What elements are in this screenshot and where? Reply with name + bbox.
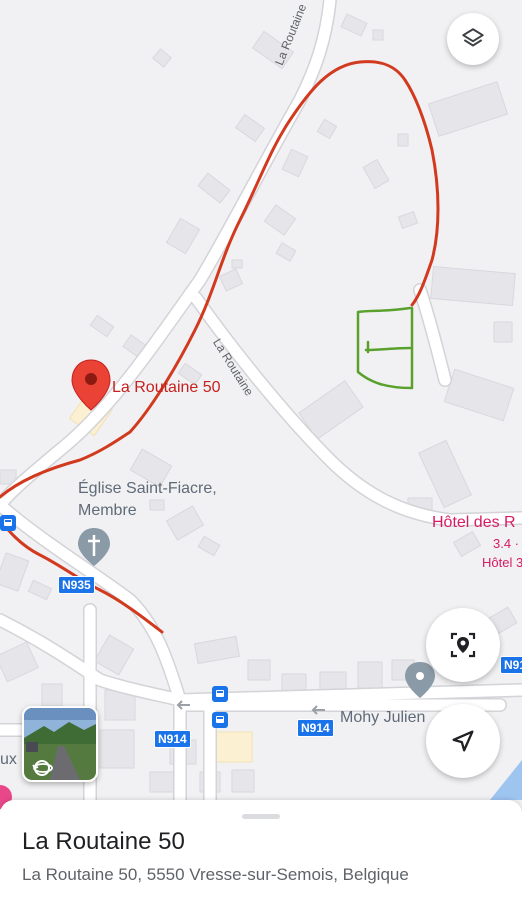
place-title: La Routaine 50 bbox=[22, 828, 185, 855]
poi-label[interactable]: Mohy Julien bbox=[340, 709, 425, 727]
bus-stop-icon[interactable] bbox=[212, 712, 228, 728]
street-view-thumbnail[interactable] bbox=[22, 706, 98, 782]
hotel-label[interactable]: Hôtel des R bbox=[432, 514, 516, 532]
place-marker-label[interactable]: La Routaine 50 bbox=[112, 379, 221, 397]
navigate-button[interactable] bbox=[426, 704, 500, 778]
sheet-drag-handle[interactable] bbox=[242, 814, 280, 819]
bus-stop-icon[interactable] bbox=[212, 686, 228, 702]
place-address: La Routaine 50, 5550 Vresse-sur-Semois, … bbox=[22, 865, 409, 884]
layers-button[interactable] bbox=[447, 13, 499, 65]
hotel-rating: 3.4 · bbox=[493, 536, 520, 551]
hotel-stars: Hôtel 3 bbox=[482, 555, 522, 570]
church-label[interactable]: Église Saint-Fiacre, bbox=[78, 480, 217, 498]
street-view-rotate-icon bbox=[32, 763, 53, 773]
route-shield-n914: N914 bbox=[297, 719, 334, 737]
layers-icon bbox=[462, 28, 484, 47]
navigation-arrow-icon bbox=[452, 730, 474, 752]
church-label[interactable]: Membre bbox=[78, 502, 137, 520]
route-shield-n914: N914 bbox=[154, 730, 191, 748]
bus-stop-icon[interactable] bbox=[0, 515, 16, 531]
place-bottom-sheet[interactable]: La Routaine 50 La Routaine 50, 5550 Vres… bbox=[0, 800, 522, 900]
route-shield-n9x: N91 bbox=[500, 656, 522, 674]
route-shield-n935: N935 bbox=[58, 576, 95, 594]
poi-label-partial: ux bbox=[0, 751, 17, 768]
my-location-button[interactable] bbox=[426, 608, 500, 682]
my-location-icon bbox=[450, 632, 476, 658]
